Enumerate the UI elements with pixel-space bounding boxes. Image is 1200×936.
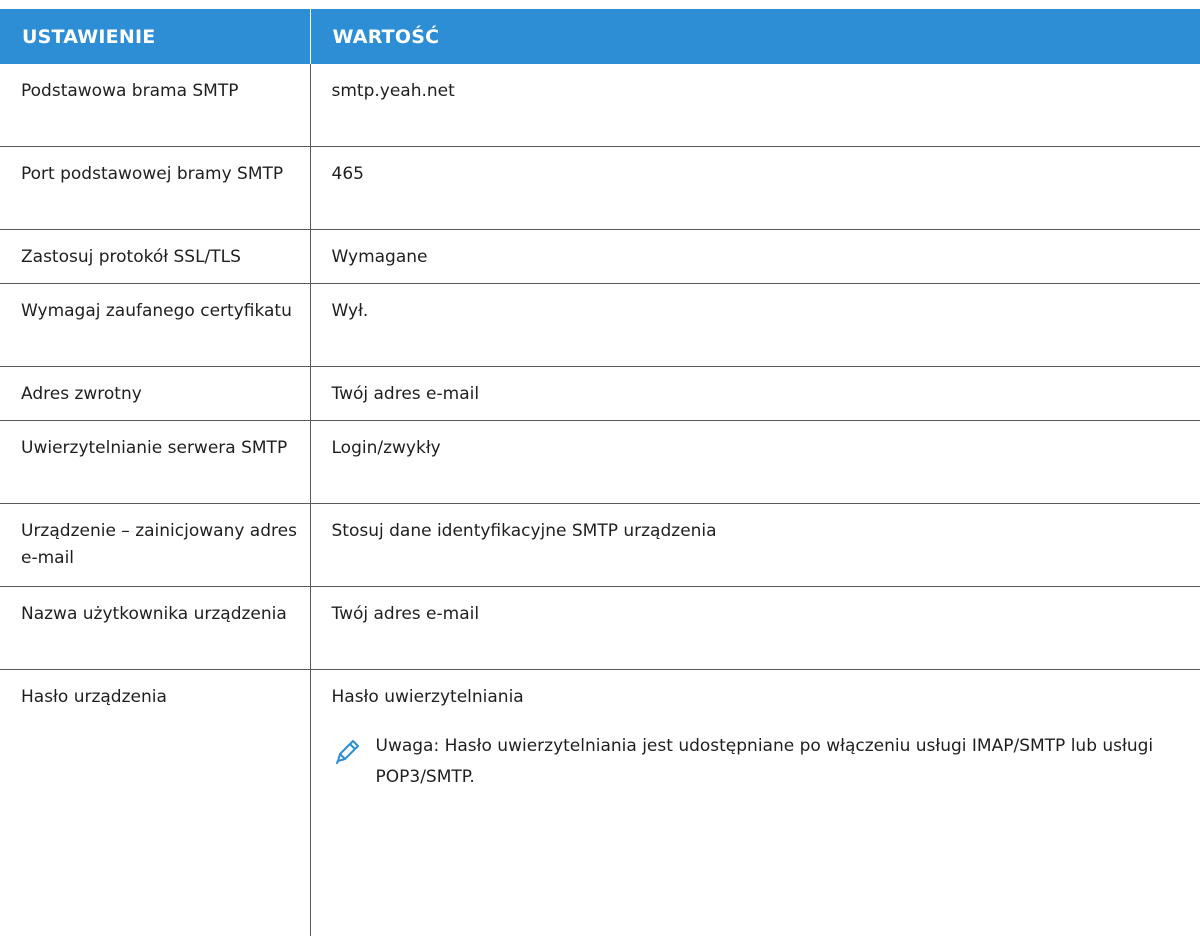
value-cell: Wył. — [310, 284, 1200, 367]
table-row: Nazwa użytkownika urządzenia Twój adres … — [0, 587, 1200, 670]
note-block: Uwaga: Hasło uwierzytelniania jest udost… — [332, 731, 1191, 793]
setting-cell: Port podstawowej bramy SMTP — [0, 147, 310, 230]
column-header-setting: USTAWIENIE — [0, 9, 310, 64]
table-header-row: USTAWIENIE WARTOŚĆ — [0, 9, 1200, 64]
setting-cell: Nazwa użytkownika urządzenia — [0, 587, 310, 670]
pencil-icon — [332, 735, 364, 767]
setting-cell: Urządzenie – zainicjowany adres e-mail — [0, 504, 310, 587]
setting-cell: Wymagaj zaufanego certyfikatu — [0, 284, 310, 367]
setting-cell: Hasło urządzenia — [0, 670, 310, 936]
value-cell: Twój adres e-mail — [310, 587, 1200, 670]
table-row: Podstawowa brama SMTP smtp.yeah.net — [0, 64, 1200, 147]
settings-table: USTAWIENIE WARTOŚĆ Podstawowa brama SMTP… — [0, 9, 1200, 936]
note-text: Uwaga: Hasło uwierzytelniania jest udost… — [376, 731, 1166, 793]
table-row: Port podstawowej bramy SMTP 465 — [0, 147, 1200, 230]
table-row: Urządzenie – zainicjowany adres e-mail S… — [0, 504, 1200, 587]
value-cell: smtp.yeah.net — [310, 64, 1200, 147]
value-cell: Hasło uwierzytelniania Uwaga: Hasło uwie… — [310, 670, 1200, 936]
value-text: Hasło uwierzytelniania — [332, 684, 1191, 711]
table-row: Wymagaj zaufanego certyfikatu Wył. — [0, 284, 1200, 367]
table-row: Hasło urządzenia Hasło uwierzytelniania … — [0, 670, 1200, 936]
value-cell: Wymagane — [310, 230, 1200, 284]
value-cell: Login/zwykły — [310, 421, 1200, 504]
setting-cell: Uwierzytelnianie serwera SMTP — [0, 421, 310, 504]
value-cell: 465 — [310, 147, 1200, 230]
column-header-value: WARTOŚĆ — [310, 9, 1200, 64]
table-row: Zastosuj protokół SSL/TLS Wymagane — [0, 230, 1200, 284]
value-cell: Stosuj dane identyfikacyjne SMTP urządze… — [310, 504, 1200, 587]
setting-cell: Adres zwrotny — [0, 367, 310, 421]
table-row: Uwierzytelnianie serwera SMTP Login/zwyk… — [0, 421, 1200, 504]
setting-cell: Zastosuj protokół SSL/TLS — [0, 230, 310, 284]
table-row: Adres zwrotny Twój adres e-mail — [0, 367, 1200, 421]
value-cell: Twój adres e-mail — [310, 367, 1200, 421]
setting-cell: Podstawowa brama SMTP — [0, 64, 310, 147]
